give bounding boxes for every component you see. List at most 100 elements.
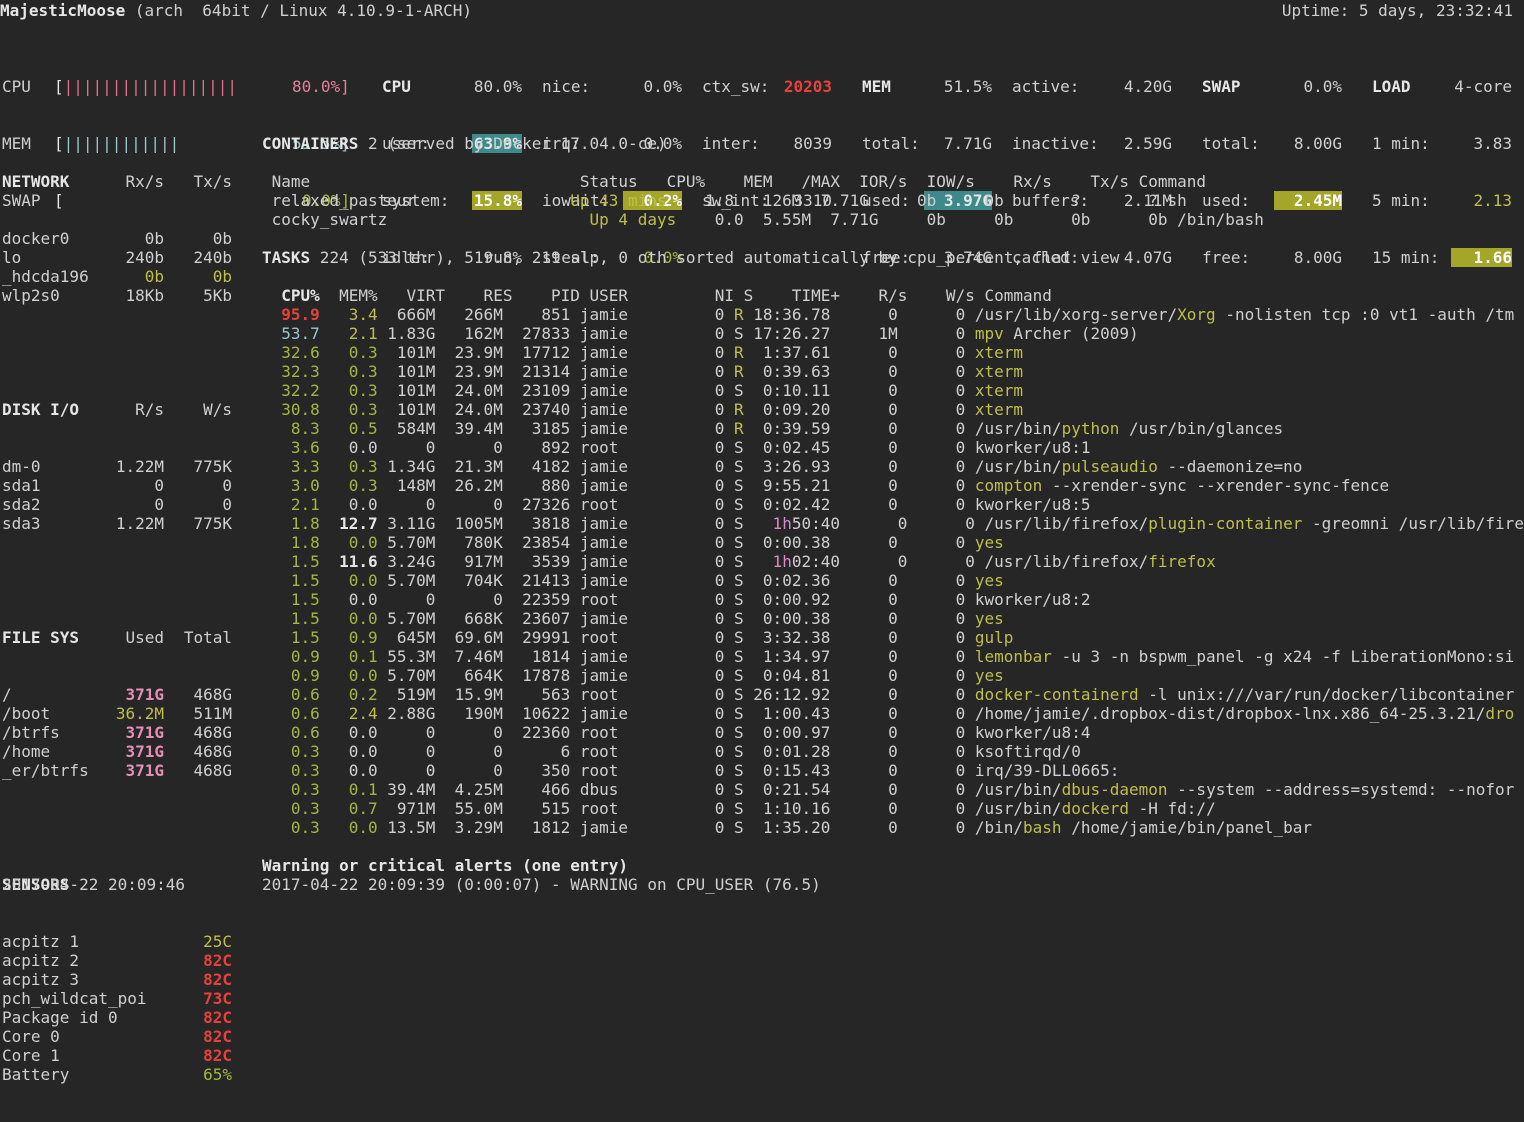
- process-row[interactable]: 0.9 0.1 55.3M 7.46M 1814 jamie 0 S 1:34.…: [262, 647, 1524, 666]
- process-state: S: [734, 799, 744, 818]
- process-row[interactable]: 0.3 0.1 39.4M 4.25M 466 dbus 0 S 0:21.54…: [262, 780, 1524, 799]
- process-cmd-path: /usr/bin/: [974, 419, 1062, 438]
- process-row[interactable]: 3.6 0.0 0 0 892 root 0 S 0:02.45 0 0 kwo…: [262, 438, 1524, 457]
- fs-row-total: 511M: [193, 704, 232, 723]
- swap-used-label: used:: [1202, 191, 1251, 210]
- process-cmd-name: lemonbar: [974, 647, 1052, 666]
- process-row[interactable]: 1.5 0.9 645M 69.6M 29991 root 0 S 3:32.3…: [262, 628, 1524, 647]
- network-row-rx: 0b: [144, 267, 164, 286]
- process-cpu: 95.9: [262, 305, 320, 324]
- process-io: 0 0: [830, 571, 975, 590]
- process-row[interactable]: 0.3 0.7 971M 55.0M 515 root 0 S 1:10.16 …: [262, 799, 1524, 818]
- process-mem: 0.0: [319, 495, 378, 514]
- process-cpu: 1.5: [262, 552, 320, 571]
- process-cpu: 0.3: [262, 799, 320, 818]
- process-cmd-path: /usr/lib/firefox/: [984, 552, 1149, 571]
- process-state: S: [734, 590, 744, 609]
- load-1min-value: 3.83: [1473, 134, 1512, 153]
- process-state: S: [734, 552, 744, 571]
- process-time: 1:34.97: [743, 647, 831, 666]
- process-info: 5.70M 664K 17878 jamie 0: [377, 666, 735, 685]
- process-row[interactable]: 32.6 0.3 101M 23.9M 17712 jamie 0 R 1:37…: [262, 343, 1524, 362]
- process-cpu: 1.8: [262, 533, 320, 552]
- process-cmd-name: xterm: [974, 400, 1024, 419]
- network-row-rx: 240b: [125, 248, 164, 267]
- process-state: S: [734, 742, 744, 761]
- process-row[interactable]: 0.3 0.0 13.5M 3.29M 1812 jamie 0 S 1:35.…: [262, 818, 1524, 837]
- process-row[interactable]: 0.3 0.0 0 0 6 root 0 S 0:01.28 0 0 ksoft…: [262, 742, 1524, 761]
- process-state: S: [734, 761, 744, 780]
- process-io: 0 0: [830, 609, 975, 628]
- cpu-ctx-label: ctx_sw:: [702, 77, 770, 96]
- process-state: S: [734, 818, 744, 837]
- process-row[interactable]: 2.1 0.0 0 0 27326 root 0 S 0:02.42 0 0 k…: [262, 495, 1524, 514]
- process-cpu: 3.6: [262, 438, 320, 457]
- sensor-row: Battery 65%: [2, 1065, 232, 1084]
- process-io: 0 0: [830, 685, 975, 704]
- process-header: CPU% MEM% VIRT RES PID USER NI S TIME+ R…: [262, 286, 1052, 305]
- process-mem: 0.0: [319, 571, 378, 590]
- network-row: wlp2s0 18Kb 5Kb: [2, 286, 232, 305]
- network-row-name: docker0: [2, 229, 70, 248]
- process-row[interactable]: 32.2 0.3 101M 24.0M 23109 jamie 0 S 0:10…: [262, 381, 1524, 400]
- process-row[interactable]: 95.9 3.4 666M 266M 851 jamie 0 R 18:36.7…: [262, 305, 1524, 324]
- process-info: 101M 24.0M 23740 jamie 0: [377, 400, 735, 419]
- network-row-tx: 240b: [193, 248, 232, 267]
- process-mem: 2.1: [319, 324, 378, 343]
- process-row[interactable]: 1.5 0.0 5.70M 704K 21413 jamie 0 S 0:02.…: [262, 571, 1524, 590]
- process-row[interactable]: 1.8 12.7 3.11G 1005M 3818 jamie 0 S 1h50…: [262, 514, 1524, 533]
- process-row[interactable]: 3.0 0.3 148M 26.2M 880 jamie 0 S 9:55.21…: [262, 476, 1524, 495]
- process-row[interactable]: 0.6 0.2 519M 15.9M 563 root 0 S 26:12.92…: [262, 685, 1524, 704]
- disk-r-header: R/s: [135, 400, 164, 419]
- process-cmd-args: -l unix:///var/run/docker/libcontainer: [1138, 685, 1515, 704]
- process-row[interactable]: 0.3 0.0 0 0 350 root 0 S 0:15.43 0 0 irq…: [262, 761, 1524, 780]
- process-cmd-name: yes: [974, 571, 1004, 590]
- process-row[interactable]: 1.5 0.0 0 0 22359 root 0 S 0:00.92 0 0 k…: [262, 590, 1524, 609]
- process-cmd-path: /home/jamie/.dropbox-dist/dropbox-lnx.x8…: [974, 704, 1486, 723]
- process-mem: 0.0: [319, 761, 378, 780]
- process-cmd-name: mpv: [974, 324, 1004, 343]
- sensor-row-name: Battery: [2, 1065, 70, 1084]
- process-time: 0:01.28: [743, 742, 831, 761]
- process-cmd-args: --xrender-sync --xrender-sync-fence: [1042, 476, 1390, 495]
- process-info: 0 0 27326 root 0: [377, 495, 735, 514]
- process-cmd-path: /usr/bin/: [974, 457, 1062, 476]
- container-row[interactable]: relaxed_pasteur Up 43 mins 1.8 126M 7.71…: [262, 191, 1187, 210]
- process-row[interactable]: 30.8 0.3 101M 24.0M 23740 jamie 0 R 0:09…: [262, 400, 1524, 419]
- process-io: 0 0: [830, 761, 975, 780]
- process-row[interactable]: 32.3 0.3 101M 23.9M 21314 jamie 0 R 0:39…: [262, 362, 1524, 381]
- process-cmd-args: --system --address=systemd: --nofor: [1167, 780, 1515, 799]
- disk-row-r: 1.22M: [115, 457, 164, 476]
- sort-column-cpu[interactable]: CPU%: [262, 286, 320, 305]
- process-info: 1.34G 21.3M 4182 jamie 0: [377, 457, 735, 476]
- process-row[interactable]: 0.6 0.0 0 0 22360 root 0 S 0:00.97 0 0 k…: [262, 723, 1524, 742]
- process-time: 1:35.20: [743, 818, 831, 837]
- process-row[interactable]: 3.3 0.3 1.34G 21.3M 4182 jamie 0 S 3:26.…: [262, 457, 1524, 476]
- process-cpu: 0.3: [262, 761, 320, 780]
- sensor-row-name: acpitz 2: [2, 951, 80, 970]
- process-mem: 0.0: [319, 742, 378, 761]
- process-row[interactable]: 1.8 0.0 5.70M 780K 23854 jamie 0 S 0:00.…: [262, 533, 1524, 552]
- fs-row-total: 468G: [193, 685, 232, 704]
- alert-entry: 2017-04-22 20:09:39 (0:00:07) - WARNING …: [262, 875, 821, 894]
- ql-cpu-bar: ||||||||||||||||||: [63, 77, 238, 96]
- process-state: R: [734, 400, 744, 419]
- sensor-row-val: 73C: [203, 989, 232, 1008]
- cpu-total: 80.0%: [473, 77, 522, 96]
- process-row[interactable]: 0.6 2.4 2.88G 190M 10622 jamie 0 S 1:00.…: [262, 704, 1524, 723]
- network-row-name: _hdcda196: [2, 267, 89, 286]
- process-cmd-args: -greomni /usr/lib/fire: [1302, 514, 1524, 533]
- process-row[interactable]: 1.5 0.0 5.70M 668K 23607 jamie 0 S 0:00.…: [262, 609, 1524, 628]
- process-row[interactable]: 53.7 2.1 1.83G 162M 27833 jamie 0 S 17:2…: [262, 324, 1524, 343]
- process-info: 2.88G 190M 10622 jamie 0: [377, 704, 735, 723]
- container-row[interactable]: cocky_swartz Up 4 days 0.0 5.55M 7.71G 0…: [262, 210, 1264, 229]
- process-cpu: 1.5: [262, 590, 320, 609]
- process-cpu: 3.3: [262, 457, 320, 476]
- process-row[interactable]: 0.9 0.0 5.70M 664K 17878 jamie 0 S 0:04.…: [262, 666, 1524, 685]
- process-state: S: [734, 495, 744, 514]
- process-row[interactable]: 8.3 0.5 584M 39.4M 3185 jamie 0 R 0:39.5…: [262, 419, 1524, 438]
- process-row[interactable]: 1.5 11.6 3.24G 917M 3539 jamie 0 S 1h02:…: [262, 552, 1524, 571]
- process-io: 0 0: [830, 533, 975, 552]
- mem-cached-value: 4.07G: [1123, 248, 1172, 267]
- fs-row-used: 36.2M: [115, 704, 164, 723]
